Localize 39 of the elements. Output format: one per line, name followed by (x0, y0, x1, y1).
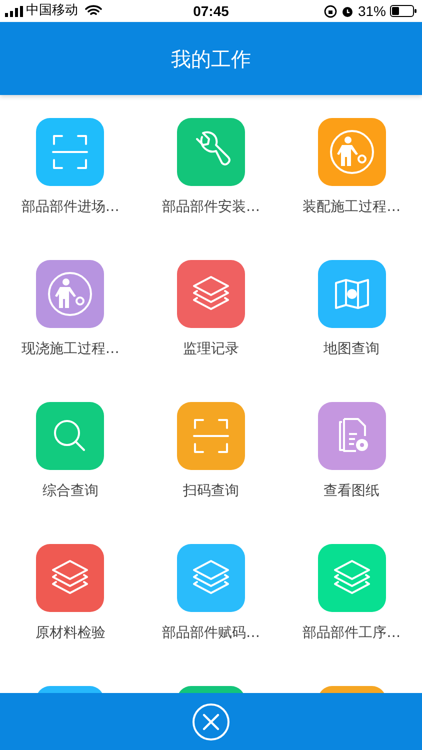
scan-icon (190, 416, 231, 456)
worker-icon (46, 270, 94, 318)
app-tile[interactable] (176, 118, 245, 186)
carrier-name: 中国移动 (26, 2, 78, 20)
page-title: 我的工作 (171, 46, 251, 72)
app-tile[interactable] (318, 260, 386, 328)
tile-label[interactable]: 现浇施工过程… (21, 339, 120, 359)
app-tile[interactable] (36, 118, 104, 186)
tile-label[interactable]: 装配施工过程… (302, 197, 401, 217)
tile-label[interactable]: 部品部件安装… (162, 197, 260, 217)
battery-percent: 31% (358, 2, 386, 20)
app-tile[interactable] (176, 402, 245, 470)
tile-label[interactable]: 部品部件赋码… (162, 623, 260, 643)
app-tile[interactable] (36, 544, 104, 612)
rotation-lock-icon (324, 4, 337, 18)
battery-icon (390, 5, 417, 17)
tile-label[interactable]: 扫码查询 (182, 481, 239, 501)
app-tile[interactable] (176, 544, 245, 612)
tile-label[interactable]: 原材料检验 (35, 623, 106, 643)
app-tile[interactable] (36, 402, 104, 470)
alarm-icon (340, 4, 354, 18)
app-tile[interactable] (318, 544, 386, 612)
tile-label[interactable]: 部品部件进场… (21, 197, 120, 217)
app-tile[interactable] (318, 402, 386, 470)
close-icon (192, 702, 230, 740)
signal-icon (5, 6, 23, 16)
close-button[interactable] (192, 702, 230, 740)
tile-label[interactable]: 部品部件工序… (302, 623, 401, 643)
tile-label[interactable]: 查看图纸 (324, 481, 380, 501)
worker-icon (328, 128, 376, 176)
status-time: 07:45 (193, 2, 229, 20)
app-tile[interactable] (176, 260, 245, 328)
tile-label[interactable]: 地图查询 (324, 339, 380, 359)
tile-label[interactable]: 综合查询 (42, 481, 98, 501)
wifi-icon (85, 5, 102, 17)
scan-icon (50, 132, 90, 172)
app-tile[interactable] (318, 118, 386, 186)
app-tile[interactable] (36, 260, 104, 328)
tile-label[interactable]: 监理记录 (182, 339, 239, 359)
